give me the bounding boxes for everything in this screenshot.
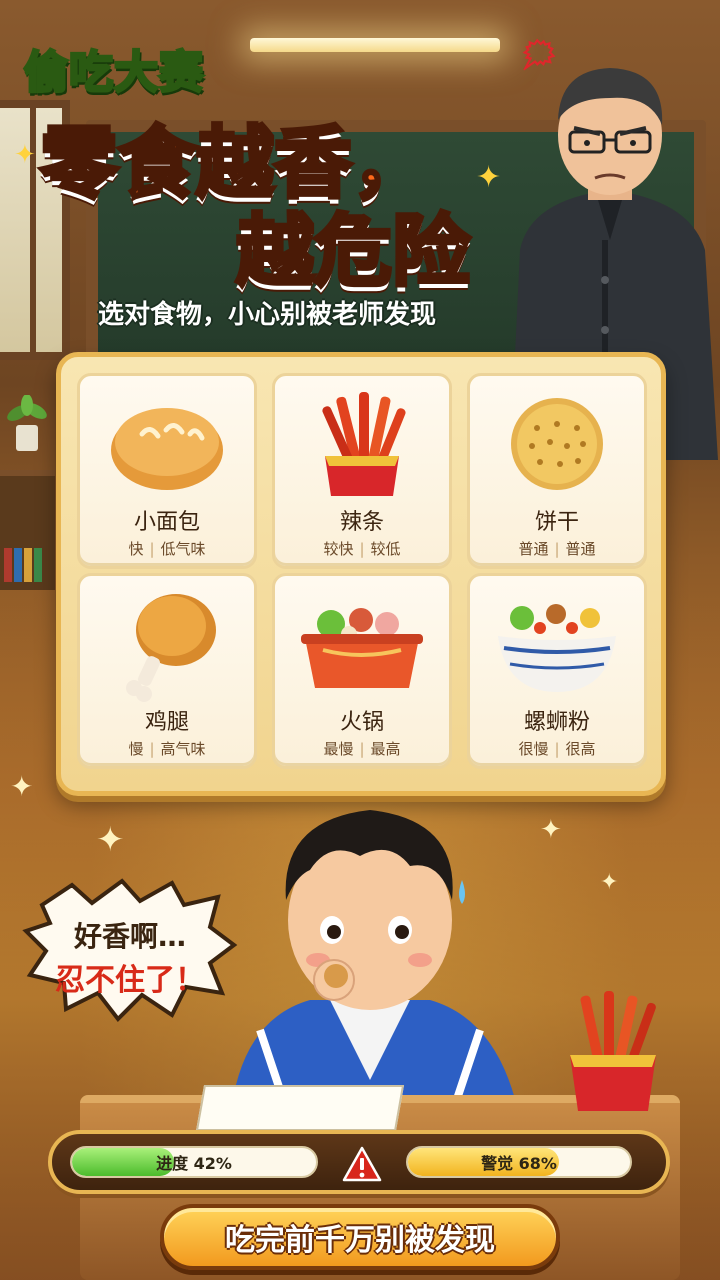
food-name: 螺蛳粉 xyxy=(523,710,590,735)
food-speed: 普通 xyxy=(518,540,549,558)
food-speed: 慢 xyxy=(128,740,144,758)
food-stats: 很慢 | 很高 xyxy=(470,738,644,759)
food-smell: 很高 xyxy=(565,740,596,758)
anger-mark-icon: 🗯 xyxy=(520,38,559,73)
stat-separator: | xyxy=(359,740,365,758)
food-speed: 较快 xyxy=(323,540,354,558)
food-name: 辣条 xyxy=(339,510,384,535)
alert-bar: 警觉 68% xyxy=(406,1146,632,1178)
food-name: 鸡腿 xyxy=(144,710,189,735)
sparkle-icon: ✦ xyxy=(540,815,562,845)
ceiling-light xyxy=(250,38,500,52)
food-smell: 高气味 xyxy=(160,740,206,758)
spicy-strips-icon xyxy=(322,392,406,496)
sparkle-icon: ✦ xyxy=(476,160,502,195)
snail-noodles-icon xyxy=(498,604,616,692)
food-speed: 很慢 xyxy=(518,740,549,758)
sparkle-icon: ✦ xyxy=(10,770,34,803)
headline-word: 越 xyxy=(234,206,316,298)
alert-label: 警觉 68% xyxy=(481,1154,557,1173)
food-stats: 慢 | 高气味 xyxy=(80,738,254,759)
game-scene: 偷吃大赛 ✦ ✦ 零食越香， 越危险 选对食物，小心别被老师发现 🗯 小面包 快… xyxy=(0,0,720,1280)
food-card-snail-noodles[interactable]: 螺蛳粉 很慢 | 很高 xyxy=(467,573,647,769)
food-stats: 普通 | 普通 xyxy=(470,538,644,559)
status-hud: 进度 42% 警觉 68% xyxy=(48,1130,670,1194)
food-smell: 普通 xyxy=(565,540,596,558)
subtitle: 选对食物，小心别被老师发现 xyxy=(98,300,437,330)
food-speed: 快 xyxy=(128,540,144,558)
food-stats: 快 | 低气味 xyxy=(80,538,254,559)
sparkle-icon: ✦ xyxy=(96,820,125,860)
food-smell: 较低 xyxy=(370,540,401,558)
food-smell: 最高 xyxy=(370,740,401,758)
game-title: 偷吃大赛 xyxy=(23,46,205,100)
stat-separator: | xyxy=(149,740,155,758)
hotpot-icon xyxy=(301,608,423,688)
food-speed: 最慢 xyxy=(323,740,354,758)
stat-separator: | xyxy=(359,540,365,558)
headline: 零食越香， 越危险 xyxy=(38,118,472,298)
headline-danger: 危险 xyxy=(312,206,472,298)
food-card-bread[interactable]: 小面包 快 | 低气味 xyxy=(77,373,257,569)
headline-line2: 越危险 xyxy=(40,206,472,298)
progress-bar: 进度 42% xyxy=(70,1146,318,1178)
food-name: 小面包 xyxy=(133,510,200,535)
sparkle-icon: ✦ xyxy=(600,870,619,895)
food-stats: 最慢 | 最高 xyxy=(275,738,449,759)
food-smell: 低气味 xyxy=(160,540,206,558)
food-card-spicy-strips[interactable]: 辣条 较快 | 较低 xyxy=(272,373,452,569)
stat-separator: | xyxy=(554,740,560,758)
warning-icon xyxy=(342,1146,382,1182)
stat-separator: | xyxy=(554,540,560,558)
food-name: 火锅 xyxy=(339,710,384,735)
food-selection-panel: 小面包 快 | 低气味 辣条 较快 | 较低 饼干 普通 | 普通 鸡腿 慢 |… xyxy=(56,352,666,796)
open-notebook xyxy=(195,1085,405,1131)
headline-line1: 零食越香， xyxy=(38,118,432,210)
spicy-strips-bag-icon xyxy=(570,991,656,1111)
bread-icon xyxy=(111,408,223,490)
student-character xyxy=(230,810,520,1120)
food-name: 饼干 xyxy=(534,510,579,535)
food-stats: 较快 | 较低 xyxy=(275,538,449,559)
potted-plant-icon xyxy=(7,395,47,451)
start-eating-button[interactable]: 吃完前千万别被发现 xyxy=(160,1204,560,1270)
sparkle-icon: ✦ xyxy=(14,140,36,170)
progress-label: 进度 42% xyxy=(156,1154,232,1173)
food-card-hotpot[interactable]: 火锅 最慢 | 最高 xyxy=(272,573,452,769)
drumstick-icon xyxy=(126,594,216,702)
stat-separator: | xyxy=(149,540,155,558)
food-card-cracker[interactable]: 饼干 普通 | 普通 xyxy=(467,373,647,569)
food-card-drumstick[interactable]: 鸡腿 慢 | 高气味 xyxy=(77,573,257,769)
cracker-icon xyxy=(511,398,603,490)
